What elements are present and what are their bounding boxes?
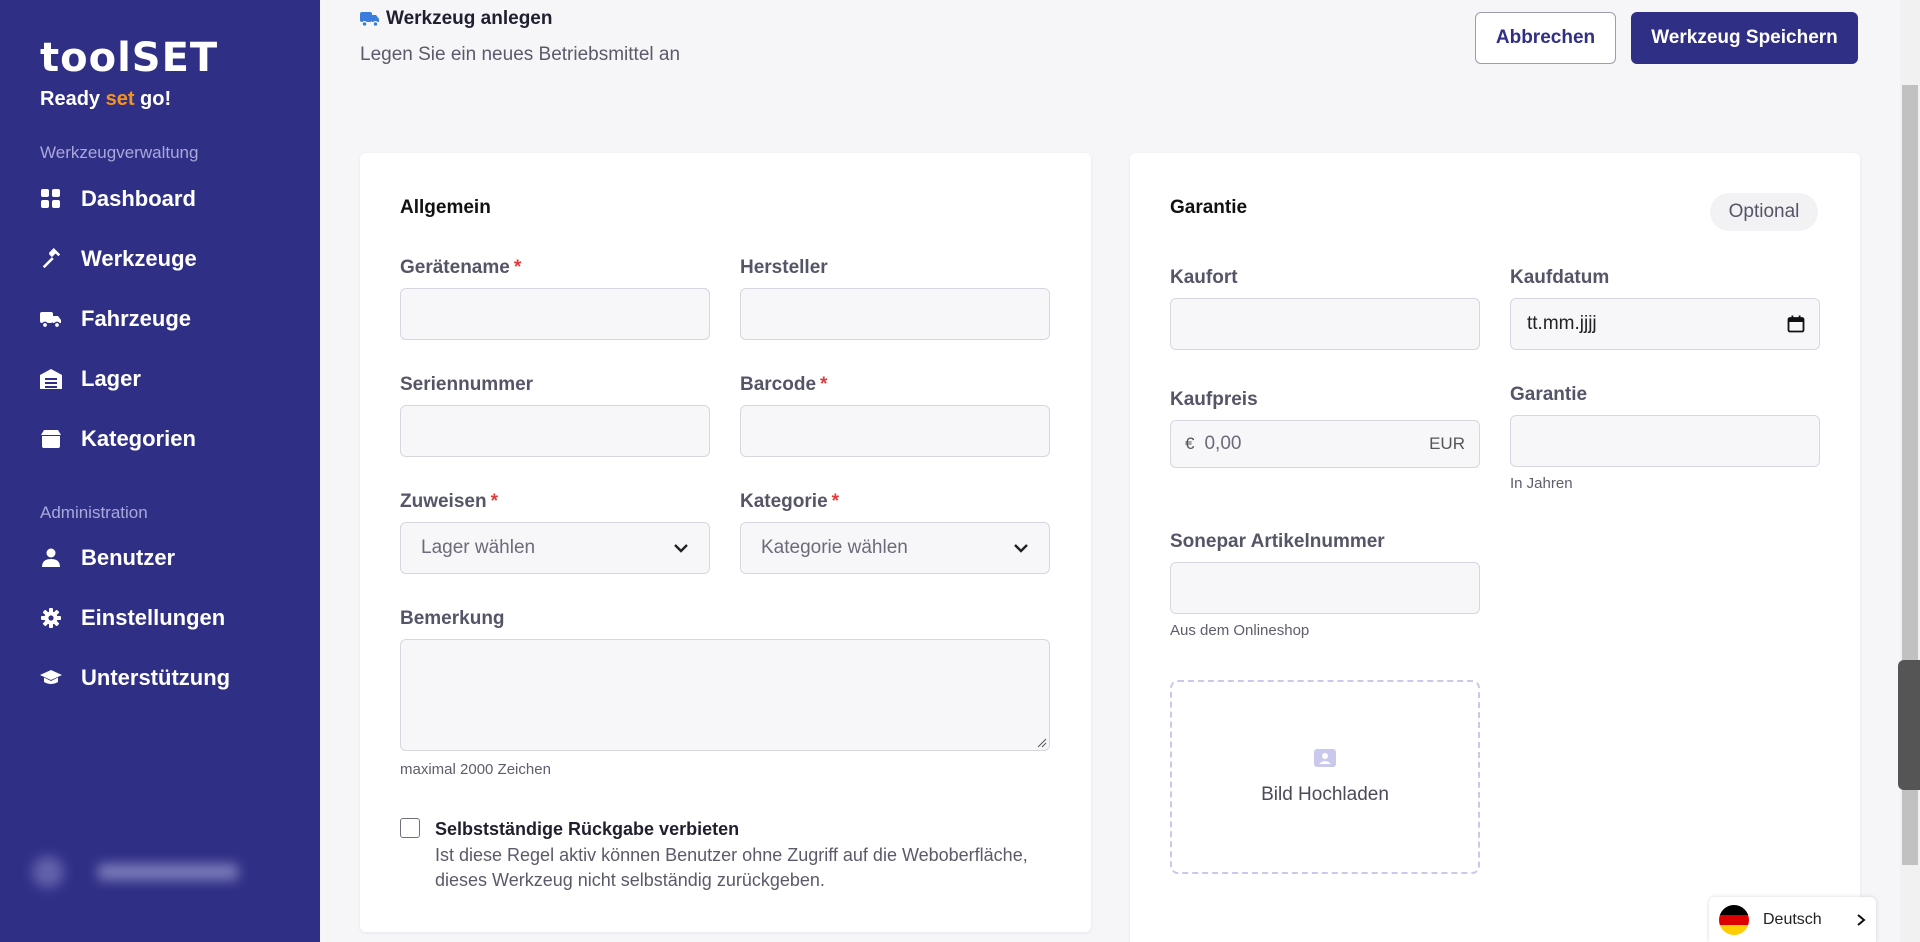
kategorie-select-value: Kategorie wählen [761, 537, 908, 558]
gear-icon [40, 607, 62, 629]
page-title-text: Werkzeug anlegen [386, 8, 553, 29]
user-icon [40, 547, 62, 569]
user-name-redacted [98, 864, 238, 880]
checkbox-description: Ist diese Regel aktiv können Benutzer oh… [435, 845, 1028, 890]
label-kaufdatum: Kaufdatum [1510, 267, 1610, 288]
page-title: Werkzeug anlegen [360, 8, 680, 30]
nav-item-lager[interactable]: Lager [40, 364, 141, 394]
zuweisen-select[interactable]: Lager wählen [400, 522, 710, 574]
label-geraetename: Gerätename * [400, 257, 522, 278]
dashboard-icon [40, 188, 62, 210]
general-card: Allgemein Gerätename * Hersteller Serienn… [360, 153, 1091, 932]
page-subtitle: Legen Sie ein neues Betriebsmittel an [360, 44, 681, 65]
truck-icon [40, 308, 62, 330]
nav-label: Einstellungen [81, 605, 226, 630]
logo[interactable]: toolSET Ready set go! [40, 36, 218, 111]
language-label: Deutsch [1763, 910, 1822, 928]
barcode-input[interactable] [740, 405, 1050, 457]
language-switcher[interactable]: Deutsch [1709, 897, 1876, 942]
currency-unit: EUR [1429, 434, 1465, 453]
kaufdatum-input[interactable]: tt.mm.jjjj [1510, 298, 1820, 350]
hammer-icon [40, 248, 62, 270]
image-upload-dropzone[interactable]: Bild Hochladen [1170, 680, 1480, 874]
label-kaufort: Kaufort [1170, 267, 1238, 288]
nav-item-kategorien[interactable]: Kategorien [40, 424, 196, 454]
german-flag-icon [1719, 904, 1749, 935]
bemerkung-textarea[interactable] [400, 639, 1050, 751]
currency-symbol: € [1185, 434, 1195, 453]
label-sonepar: Sonepar Artikelnummer [1170, 531, 1385, 552]
garantie-input[interactable] [1510, 415, 1820, 467]
zuweisen-select-value: Lager wählen [421, 537, 536, 558]
user-profile[interactable] [26, 850, 276, 896]
nav-label: Werkzeuge [81, 246, 197, 271]
tagline: Ready set go! [40, 88, 172, 110]
sonepar-hint: Aus dem Onlineshop [1170, 622, 1310, 639]
kaufpreis-placeholder: 0,00 [1204, 433, 1242, 454]
cancel-button[interactable]: Abbrechen [1475, 12, 1616, 64]
label-hersteller: Hersteller [740, 257, 828, 278]
card-title-warranty: Garantie [1170, 197, 1248, 218]
page-header: Werkzeug anlegen Legen Sie ein neues Bet… [360, 8, 680, 66]
nav-label: Unterstützung [81, 665, 231, 690]
hersteller-input[interactable] [740, 288, 1050, 340]
avatar [32, 856, 64, 888]
nav-label: Fahrzeuge [81, 306, 192, 331]
nav-label: Kategorien [81, 426, 196, 451]
nav-label: Lager [81, 366, 141, 391]
section-label-administration: Administration [40, 503, 148, 522]
upload-label: Bild Hochladen [1261, 784, 1389, 805]
label-zuweisen: Zuweisen * [400, 491, 498, 512]
resize-handle-icon[interactable] [1037, 738, 1047, 748]
sonepar-input[interactable] [1170, 562, 1480, 614]
image-icon [1314, 749, 1336, 767]
nav-item-benutzer[interactable]: Benutzer [40, 543, 175, 573]
label-seriennummer: Seriennummer [400, 374, 534, 395]
warehouse-icon [40, 368, 62, 390]
nav-label: Benutzer [81, 545, 176, 570]
label-bemerkung: Bemerkung [400, 608, 505, 629]
kaufdatum-placeholder: tt.mm.jjjj [1527, 313, 1597, 334]
kategorie-select[interactable]: Kategorie wählen [740, 522, 1050, 574]
section-label-werkzeugverwaltung: Werkzeugverwaltung [40, 143, 199, 162]
chevron-down-icon [1014, 544, 1028, 553]
geraetename-input[interactable] [400, 288, 710, 340]
seriennummer-input[interactable] [400, 405, 710, 457]
warranty-card: Garantie Optional Kaufort Kaufdatum tt.m… [1130, 153, 1860, 942]
main-content: Werkzeug anlegen Legen Sie ein neues Bet… [320, 0, 1900, 942]
nav-item-einstellungen[interactable]: Einstellungen [40, 603, 225, 633]
nav-item-unterstuetzung[interactable]: Unterstützung [40, 663, 230, 693]
graduation-cap-icon [40, 667, 62, 689]
required-mark: * [513, 257, 522, 278]
checkbox-title: Selbstständige Rückgabe verbieten [435, 819, 740, 839]
chevron-right-icon [1857, 913, 1866, 926]
bemerkung-hint: maximal 2000 Zeichen [400, 761, 551, 778]
nav-item-dashboard[interactable]: Dashboard [40, 184, 196, 214]
nav-item-fahrzeuge[interactable]: Fahrzeuge [40, 304, 191, 334]
card-title-general: Allgemein [400, 197, 491, 218]
nav-item-werkzeuge[interactable]: Werkzeuge [40, 244, 197, 274]
nav-label: Dashboard [81, 186, 196, 211]
kaufpreis-input[interactable]: € 0,00 EUR [1170, 420, 1480, 468]
save-button[interactable]: Werkzeug Speichern [1631, 12, 1858, 64]
required-mark: * [490, 491, 498, 512]
required-mark: * [820, 374, 828, 395]
label-barcode: Barcode * [740, 374, 828, 395]
optional-badge: Optional [1710, 193, 1818, 231]
sidebar: toolSET Ready set go! Werkzeugverwaltung… [0, 0, 320, 942]
side-tab-handle[interactable] [1898, 660, 1920, 790]
chevron-down-icon [674, 544, 688, 553]
logo-wordmark: toolSET [40, 35, 219, 81]
truck-icon [360, 11, 380, 28]
garantie-hint: In Jahren [1510, 475, 1573, 492]
scrollbar[interactable] [1900, 0, 1920, 942]
calendar-icon[interactable] [1787, 315, 1805, 333]
required-mark: * [831, 491, 840, 512]
kaufort-input[interactable] [1170, 298, 1480, 350]
label-garantie: Garantie [1510, 384, 1588, 405]
return-forbid-checkbox[interactable] [400, 818, 420, 838]
label-kaufpreis: Kaufpreis [1170, 389, 1258, 410]
box-icon [40, 428, 62, 450]
label-kategorie: Kategorie * [740, 491, 840, 512]
